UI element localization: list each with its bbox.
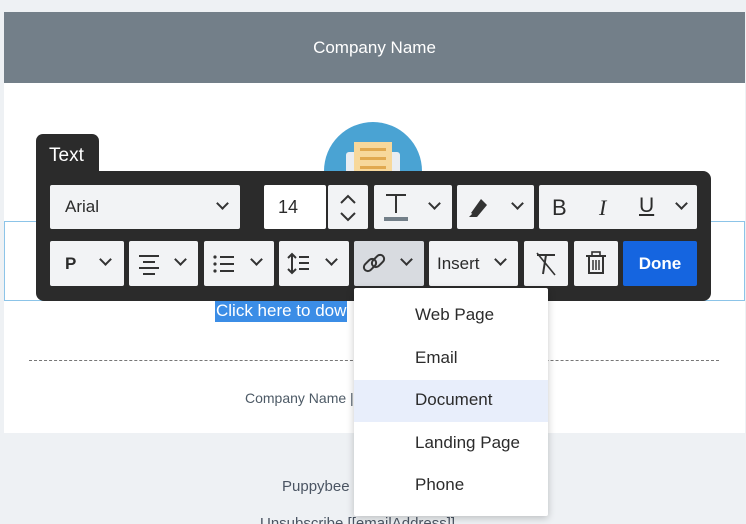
- chevron-down-icon: [494, 253, 507, 266]
- link-select[interactable]: [354, 241, 424, 286]
- insert-select[interactable]: Insert: [429, 241, 518, 286]
- italic-icon[interactable]: I: [599, 195, 606, 221]
- selected-link-text[interactable]: Click here to dow: [215, 300, 348, 322]
- insert-label: Insert: [437, 253, 480, 273]
- stepper-up-icon: [340, 194, 356, 204]
- alignment-select[interactable]: [129, 241, 198, 286]
- delete-block-button[interactable]: [574, 241, 618, 286]
- font-size-input[interactable]: 14: [264, 185, 326, 229]
- bold-icon[interactable]: B: [552, 195, 567, 221]
- done-button[interactable]: Done: [623, 241, 697, 286]
- text-color-icon: [384, 194, 408, 221]
- chevron-down-icon: [511, 197, 524, 210]
- link-type-dropdown: Web Page Email Document Landing Page Pho…: [354, 288, 548, 516]
- text-color-button[interactable]: [374, 185, 452, 229]
- paragraph-style-select[interactable]: P: [50, 241, 124, 286]
- menu-item-landing-page[interactable]: Landing Page: [354, 423, 548, 465]
- list-style-select[interactable]: [204, 241, 274, 286]
- chevron-down-icon: [174, 253, 187, 266]
- trash-icon: [586, 251, 606, 274]
- chevron-down-icon: [325, 253, 338, 266]
- chevron-down-icon: [216, 197, 229, 210]
- chevron-down-icon: [250, 253, 263, 266]
- stepper-icons: [340, 194, 356, 222]
- menu-item-phone[interactable]: Phone: [354, 465, 548, 507]
- font-family-value: Arial: [65, 197, 100, 216]
- footer-brand-text: Puppybee: [282, 478, 350, 495]
- highlight-color-button[interactable]: [457, 185, 534, 229]
- text-toolbar: Arial 14 B I U P Insert Done: [36, 171, 711, 301]
- chevron-down-icon: [428, 197, 441, 210]
- font-size-stepper[interactable]: [328, 185, 368, 229]
- menu-item-web-page[interactable]: Web Page: [354, 295, 548, 337]
- done-label: Done: [638, 253, 682, 273]
- menu-item-email[interactable]: Email: [354, 338, 548, 380]
- clear-format-icon: [536, 252, 556, 276]
- chevron-down-icon: [400, 253, 413, 266]
- bullet-list-icon: [213, 255, 234, 273]
- line-height-icon: [287, 252, 309, 275]
- line-height-select[interactable]: [279, 241, 349, 286]
- clear-format-button[interactable]: [524, 241, 568, 286]
- paragraph-style-value: P: [65, 253, 77, 273]
- chevron-down-icon: [675, 197, 688, 210]
- chevron-down-icon: [99, 253, 112, 266]
- footer-company-text: Company Name |: [245, 390, 354, 406]
- highlighter-icon: [469, 199, 487, 217]
- link-icon: [362, 253, 386, 273]
- company-name-title: Company Name: [313, 37, 436, 57]
- unsubscribe-text[interactable]: Unsubscribe [[emailAddress]]: [260, 515, 455, 524]
- email-editor-page: Company Name Company Name | Click here t…: [0, 0, 746, 524]
- stepper-down-icon: [340, 212, 356, 222]
- align-center-icon: [139, 255, 159, 275]
- font-size-value: 14: [278, 196, 299, 217]
- underline-icon[interactable]: U: [639, 194, 654, 218]
- font-family-select[interactable]: Arial: [50, 185, 240, 229]
- text-style-group[interactable]: B I U: [539, 185, 697, 229]
- menu-item-document[interactable]: Document: [354, 380, 548, 422]
- email-header[interactable]: Company Name: [4, 12, 745, 83]
